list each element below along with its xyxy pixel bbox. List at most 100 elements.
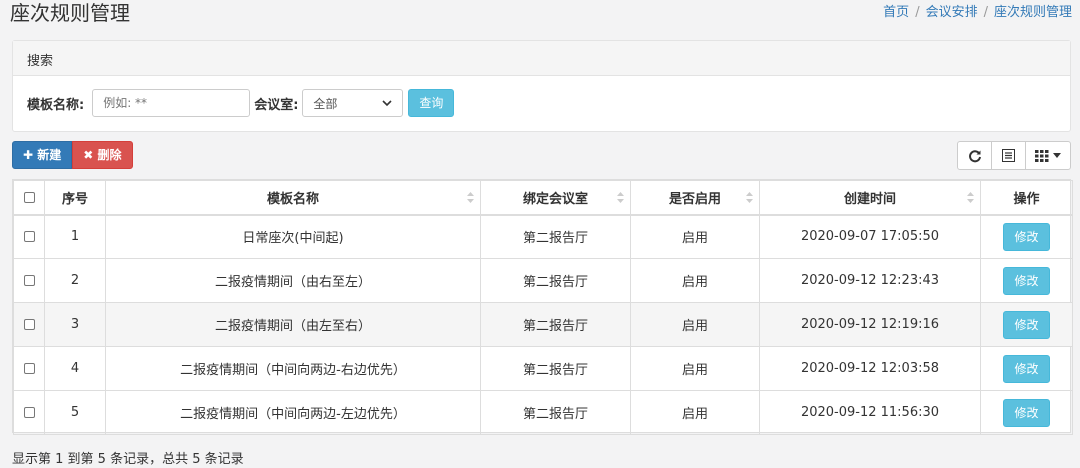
cell-enabled: 启用 — [630, 302, 760, 347]
breadcrumb-separator: / — [983, 5, 988, 20]
cell-name: 二报疫情期间（中间向两边-右边优先） — [105, 346, 481, 391]
row-checkbox[interactable] — [23, 407, 35, 418]
cell-no: 2 — [44, 258, 106, 303]
row-checkbox[interactable] — [23, 319, 35, 330]
refresh-icon — [968, 149, 981, 162]
sort-icon — [967, 192, 974, 203]
table-row[interactable]: 2 二报疫情期间（由右至左） 第二报告厅 启用 2020-09-12 12:23… — [13, 258, 1073, 303]
template-name-input[interactable] — [92, 89, 251, 117]
new-button-label: 新建 — [37, 148, 62, 162]
cell-action: 修改 — [980, 390, 1073, 435]
cell-room: 第二报告厅 — [480, 390, 631, 435]
column-header: 操作 — [980, 180, 1073, 216]
caret-down-icon — [1053, 153, 1061, 158]
edit-button[interactable]: 修改 — [1003, 310, 1050, 339]
delete-button-label: 删除 — [97, 148, 122, 162]
cell-created: 2020-09-12 12:19:16 — [759, 302, 981, 347]
cell-name: 二报疫情期间（由左至右） — [105, 302, 481, 347]
cell-room: 第二报告厅 — [480, 258, 631, 303]
row-checkbox[interactable] — [23, 363, 35, 374]
cell-no: 3 — [44, 302, 106, 347]
toolbar-left: ✚ 新建 ✖ 删除 — [12, 141, 133, 169]
column-header[interactable]: 序号 — [44, 180, 106, 216]
cell-name: 二报疫情期间（中间向两边-左边优先） — [105, 390, 481, 435]
table-header-row: 序号 模板名称 绑定会议室 是否启用 创建时间 操作 — [13, 180, 1073, 216]
column-header-label: 模板名称 — [266, 191, 319, 207]
row-select-cell — [13, 346, 45, 391]
close-icon: ✖ — [83, 148, 94, 162]
plus-icon: ✚ — [23, 148, 34, 162]
cell-action: 修改 — [980, 346, 1073, 391]
cell-enabled: 启用 — [630, 214, 760, 259]
cell-created: 2020-09-12 12:23:43 — [759, 258, 981, 303]
row-select-cell — [13, 302, 45, 347]
room-label: 会议室: — [254, 97, 299, 113]
cell-action: 修改 — [980, 302, 1073, 347]
edit-button[interactable]: 修改 — [1003, 222, 1050, 251]
pagination-summary: 显示第 1 到第 5 条记录，总共 5 条记录 — [12, 452, 244, 467]
edit-button[interactable]: 修改 — [1003, 354, 1050, 383]
row-checkbox[interactable] — [23, 275, 35, 286]
cell-created: 2020-09-12 12:03:58 — [759, 346, 981, 391]
room-select-value: 全部 — [313, 96, 338, 111]
breadcrumb-home[interactable]: 首页 — [883, 4, 909, 22]
cell-action: 修改 — [980, 258, 1073, 303]
table-row[interactable]: 1 日常座次(中间起) 第二报告厅 启用 2020-09-07 17:05:50… — [13, 214, 1073, 259]
sort-icon — [617, 192, 624, 203]
cell-room: 第二报告厅 — [480, 214, 631, 259]
chevron-down-icon — [382, 99, 392, 106]
column-header-sortable[interactable]: 绑定会议室 — [480, 180, 631, 216]
grid-icon — [1035, 149, 1049, 162]
cell-enabled: 启用 — [630, 390, 760, 435]
row-select-cell — [13, 390, 45, 435]
page-header: 座次规则管理 首页 / 会议安排 / 座次规则管理 — [0, 0, 1080, 30]
query-button[interactable]: 查询 — [408, 89, 455, 117]
column-header-label: 绑定会议室 — [522, 191, 588, 207]
cell-room: 第二报告厅 — [480, 302, 631, 347]
data-table: 序号 模板名称 绑定会议室 是否启用 创建时间 操作 1 日常座次(中间起) 第… — [12, 179, 1073, 435]
delete-button[interactable]: ✖ 删除 — [72, 141, 133, 169]
row-checkbox[interactable] — [23, 231, 35, 243]
cell-no: 5 — [44, 390, 106, 435]
toolbar-right — [957, 141, 1071, 170]
search-heading: 搜索 — [13, 41, 1070, 76]
select-all-checkbox[interactable] — [23, 191, 35, 203]
cell-no: 4 — [44, 346, 106, 391]
column-header-sortable[interactable]: 是否启用 — [630, 180, 760, 216]
edit-button[interactable]: 修改 — [1003, 266, 1050, 295]
edit-button[interactable]: 修改 — [1003, 398, 1050, 427]
column-header-label: 是否启用 — [668, 191, 721, 207]
new-button[interactable]: ✚ 新建 — [12, 141, 73, 169]
cell-no: 1 — [44, 214, 106, 259]
column-header-sortable[interactable]: 创建时间 — [759, 180, 981, 216]
cell-room: 第二报告厅 — [480, 346, 631, 391]
list-icon — [1002, 149, 1015, 162]
column-header-sortable[interactable]: 模板名称 — [105, 180, 481, 216]
column-header-label: 创建时间 — [843, 191, 896, 207]
sort-icon — [746, 192, 753, 203]
search-row: 模板名称: 会议室: 全部 查询 — [27, 89, 455, 117]
table-row[interactable]: 4 二报疫情期间（中间向两边-右边优先） 第二报告厅 启用 2020-09-12… — [13, 346, 1073, 391]
cell-enabled: 启用 — [630, 258, 760, 303]
breadcrumb-meeting[interactable]: 会议安排 — [926, 4, 978, 22]
cell-created: 2020-09-07 17:05:50 — [759, 214, 981, 259]
table-row[interactable]: 3 二报疫情期间（由左至右） 第二报告厅 启用 2020-09-12 12:19… — [13, 302, 1073, 347]
cell-name: 二报疫情期间（由右至左） — [105, 258, 481, 303]
template-name-label: 模板名称: — [27, 97, 85, 113]
room-select[interactable]: 全部 — [302, 89, 404, 117]
table-row[interactable]: 5 二报疫情期间（中间向两边-左边优先） 第二报告厅 启用 2020-09-12… — [13, 390, 1073, 435]
page-title: 座次规则管理 — [10, 1, 130, 25]
toggle-view-button[interactable] — [991, 141, 1026, 170]
select-all-cell — [13, 180, 45, 216]
search-panel: 搜索 模板名称: 会议室: 全部 查询 — [12, 40, 1071, 132]
row-select-cell — [13, 214, 45, 259]
breadcrumb-separator: / — [915, 5, 920, 20]
refresh-button[interactable] — [957, 141, 992, 170]
cell-action: 修改 — [980, 214, 1073, 259]
row-select-cell — [13, 258, 45, 303]
columns-button[interactable] — [1025, 141, 1071, 170]
cell-name: 日常座次(中间起) — [105, 214, 481, 259]
breadcrumb-current[interactable]: 座次规则管理 — [994, 4, 1072, 22]
breadcrumb: 首页 / 会议安排 / 座次规则管理 — [883, 4, 1072, 22]
sort-icon — [467, 192, 474, 203]
